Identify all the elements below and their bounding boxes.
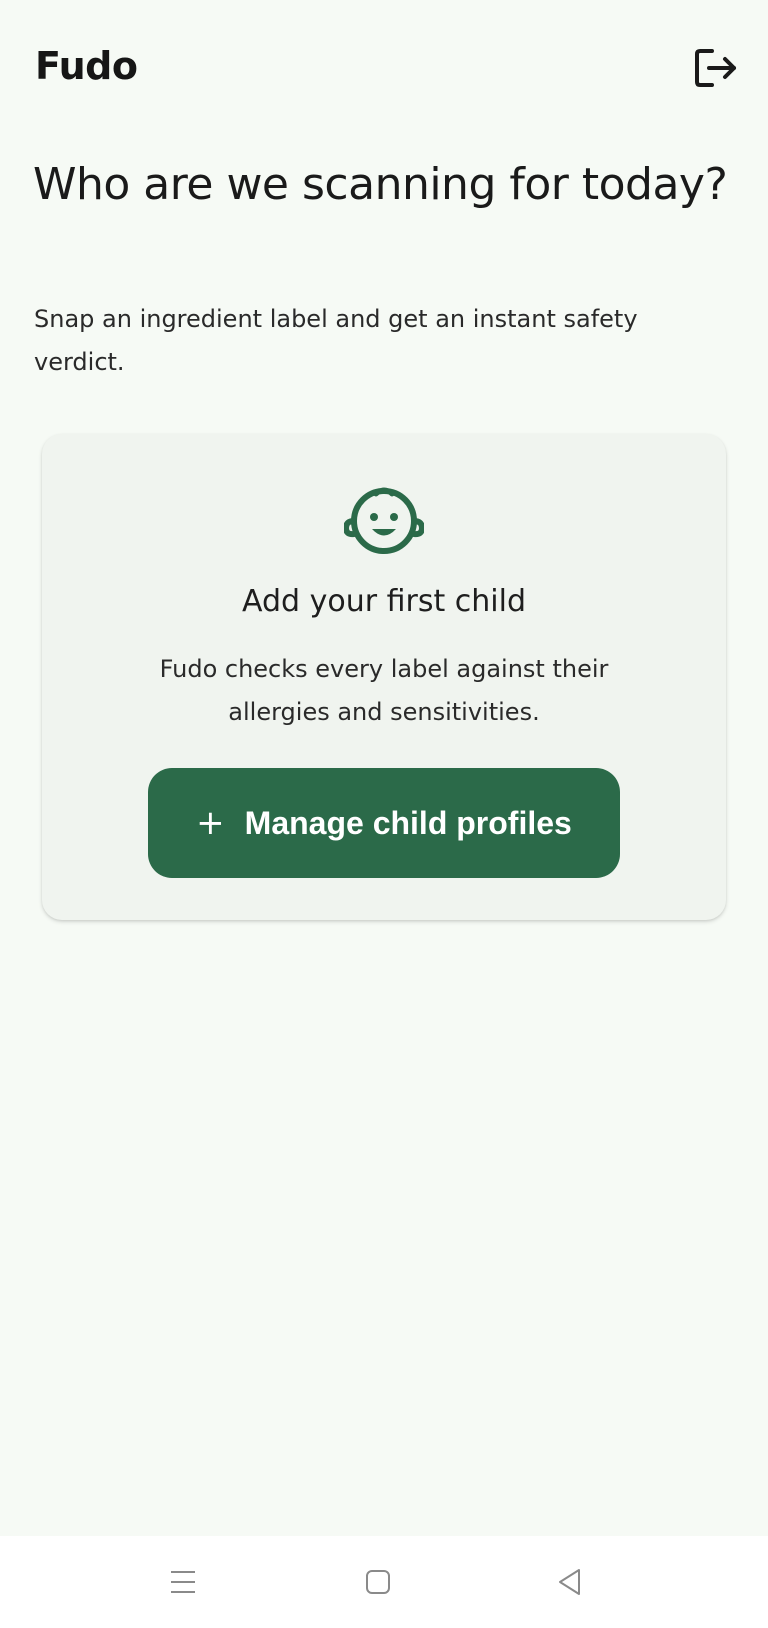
plus-icon: + [196,803,225,843]
home-icon [366,1570,390,1594]
card-title: Add your first child [242,584,526,619]
app-title: Fudo [35,44,138,88]
nav-home-button[interactable] [354,1558,402,1606]
logout-button[interactable] [688,40,744,96]
add-child-card: Add your first child Fudo checks every l… [42,434,726,920]
manage-child-profiles-button[interactable]: + Manage child profiles [148,768,620,878]
page-subheading: Snap an ingredient label and get an inst… [34,305,638,376]
system-navigation-bar [0,1536,768,1628]
card-description: Fudo checks every label against their al… [159,655,609,726]
menu-icon [171,1571,195,1593]
nav-back-button[interactable] [546,1558,594,1606]
baby-face-icon [344,487,424,554]
nav-menu-button[interactable] [159,1558,207,1606]
page-heading: Who are we scanning for today? [33,159,728,210]
back-icon [559,1569,580,1595]
manage-child-profiles-label: Manage child profiles [244,805,572,841]
app-screen: Fudo Who are we scanning for today? Snap… [0,0,768,1628]
app-bar: Fudo [0,0,768,130]
logout-icon [695,49,736,87]
